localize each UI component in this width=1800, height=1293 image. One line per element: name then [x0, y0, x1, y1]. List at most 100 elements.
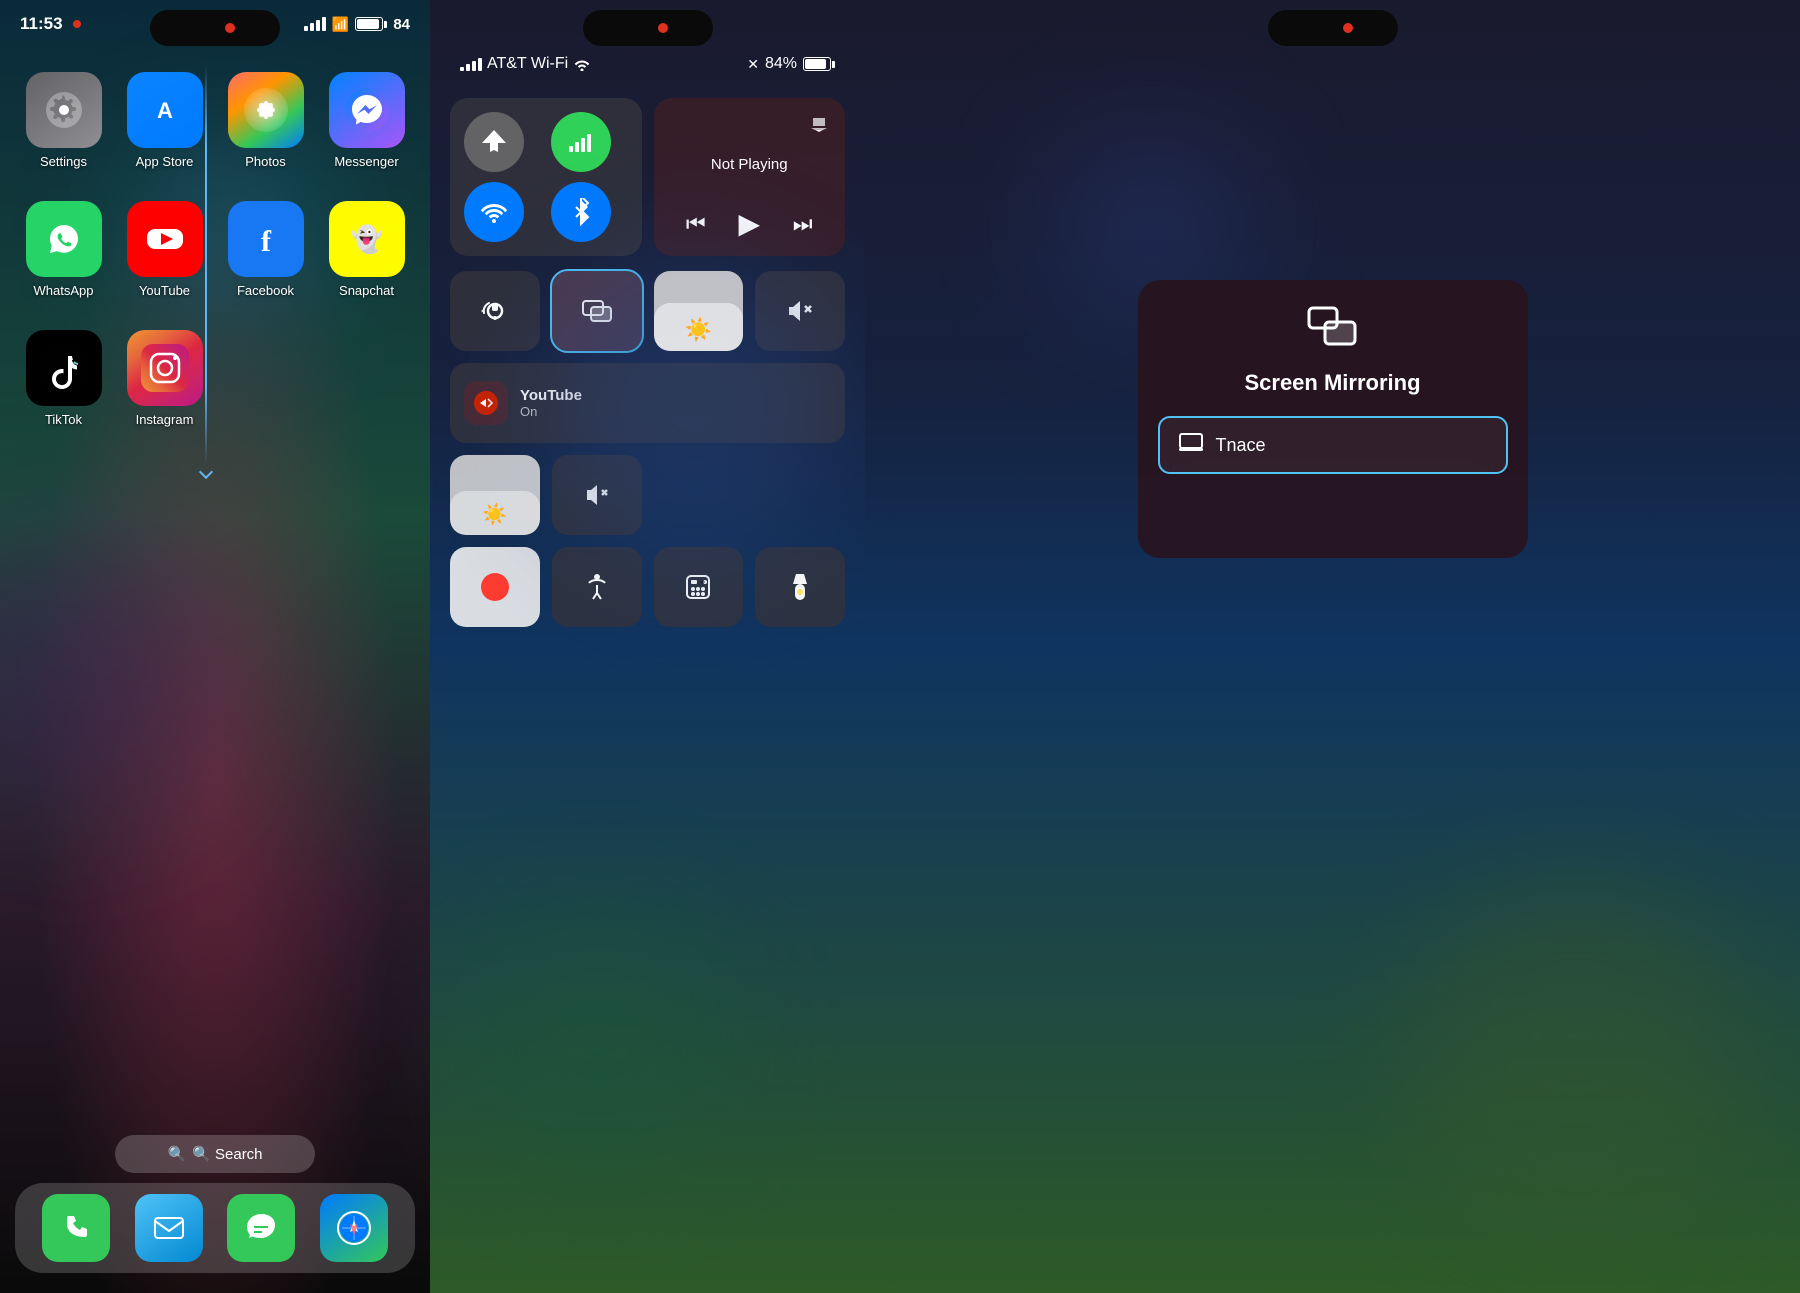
app-grid-row2: WhatsApp YouTube f Facebook	[0, 181, 430, 318]
screen-mirroring-title: Screen Mirroring	[1244, 370, 1420, 396]
app-label-tiktok: TikTok	[45, 412, 82, 427]
dynamic-island-mirror	[1268, 10, 1398, 46]
mirror-empty-area	[1158, 474, 1508, 534]
mirror-header: Screen Mirroring	[1158, 304, 1508, 396]
app-icon-photos[interactable]: Photos	[224, 72, 307, 169]
status-bar-left: 11:53	[20, 14, 81, 34]
app-label-youtube: YouTube	[139, 283, 190, 298]
youtube-wrench-icon	[472, 389, 500, 417]
app-label-messenger: Messenger	[334, 154, 398, 169]
divider-arrow	[199, 465, 213, 479]
dock-mail[interactable]	[135, 1194, 203, 1262]
dynamic-island-cc	[583, 10, 713, 46]
search-icon: 🔍	[167, 1145, 186, 1163]
app-icon-tiktok[interactable]: TikTok	[22, 330, 105, 427]
app-icon-appstore[interactable]: A App Store	[123, 72, 206, 169]
mic-indicator-mirror	[1343, 23, 1353, 33]
app-label-whatsapp: WhatsApp	[34, 283, 94, 298]
cc-brightness-slider[interactable]: ☀️	[450, 455, 540, 535]
svg-text:A: A	[157, 98, 173, 123]
cc-battery	[803, 57, 835, 71]
cc-fastforward-btn[interactable]: ⏭	[793, 211, 813, 237]
mic-indicator-cc	[658, 23, 668, 33]
mirror-device-item[interactable]: Tnace	[1158, 416, 1508, 474]
svg-text:f: f	[261, 225, 272, 258]
dock-messages[interactable]	[227, 1194, 295, 1262]
cc-np-header	[670, 114, 830, 134]
flashlight-icon	[786, 572, 814, 602]
app-icon-settings[interactable]: Settings	[22, 72, 105, 169]
dynamic-island	[150, 10, 280, 46]
cc-now-playing-block: Not Playing ⏮ ▶ ⏭	[654, 98, 846, 256]
cc-signal	[460, 58, 482, 71]
home-screen-panel: 11:53 📶 84	[0, 0, 430, 1293]
cc-cellular-btn[interactable]	[551, 112, 611, 172]
app-label-instagram: Instagram	[136, 412, 194, 427]
screen-mirroring-container: Screen Mirroring Tnace	[1138, 280, 1528, 558]
app-grid-row3: TikTok	[0, 310, 430, 447]
app-icon-messenger[interactable]: Messenger	[325, 72, 408, 169]
cc-bluetooth-btn[interactable]	[551, 182, 611, 242]
bluetooth-icon	[570, 198, 592, 226]
cc-screen-record-btn[interactable]	[450, 547, 540, 627]
cc-carrier: AT&T Wi-Fi	[460, 55, 591, 73]
status-bar-right: 📶 84	[304, 16, 410, 33]
cc-wifi-btn[interactable]	[464, 182, 524, 242]
cc-playback-controls: ⏮ ▶ ⏭	[670, 207, 830, 240]
mirror-device-name: Tnace	[1216, 435, 1266, 456]
accessibility-icon	[581, 571, 613, 603]
signal-indicator	[304, 17, 326, 31]
wifi-icon-btn	[480, 200, 508, 224]
cc-accessibility-btn[interactable]	[552, 547, 642, 627]
cellular-icon	[567, 128, 595, 156]
cc-controls-grid: Not Playing ⏮ ▶ ⏭	[430, 83, 865, 271]
cc-brightness-btn[interactable]: ☀️	[654, 271, 744, 351]
wifi-icon-cc	[573, 57, 591, 71]
dock-safari[interactable]	[320, 1194, 388, 1262]
app-label-snapchat: Snapchat	[339, 283, 394, 298]
app-icon-snapchat[interactable]: 👻 Snapchat	[325, 201, 408, 298]
control-center-panel: AT&T Wi-Fi ✕ 84%	[430, 0, 865, 1293]
brightness-icon: ☀️	[685, 317, 712, 343]
lock-rotation-icon	[479, 295, 511, 327]
cc-rewind-btn[interactable]: ⏮	[686, 211, 706, 237]
screen-mirror-panel-icon	[1307, 304, 1359, 360]
youtube-btn-icon-wrap	[464, 381, 508, 425]
airplay-icon	[809, 114, 829, 134]
cc-not-playing-text: Not Playing	[670, 156, 830, 173]
screen-divider-line	[205, 65, 207, 465]
notification-dot	[73, 20, 81, 28]
svg-text:👻: 👻	[350, 223, 382, 255]
cc-airplane-btn[interactable]	[464, 112, 524, 172]
calculator-icon	[683, 572, 713, 602]
record-dot-icon	[481, 573, 509, 601]
x-mark-icon: ✕	[747, 56, 759, 73]
app-icon-facebook[interactable]: f Facebook	[224, 201, 307, 298]
search-bar[interactable]: 🔍 🔍 Search	[115, 1135, 315, 1173]
app-label-appstore: App Store	[136, 154, 194, 169]
time-display: 11:53	[20, 14, 63, 34]
wifi-icon: 📶	[332, 16, 349, 33]
laptop-icon	[1178, 432, 1204, 458]
dock-phone[interactable]	[42, 1194, 110, 1262]
app-icon-youtube[interactable]: YouTube	[123, 201, 206, 298]
cc-flashlight-btn[interactable]	[755, 547, 845, 627]
airplane-icon	[480, 128, 508, 156]
app-label-facebook: Facebook	[237, 283, 294, 298]
cc-connectivity-block	[450, 98, 642, 256]
cc-lock-rotation-btn[interactable]	[450, 271, 540, 351]
battery-indicator	[355, 17, 387, 31]
cc-calculator-btn[interactable]	[654, 547, 744, 627]
app-grid-row1: Settings A App Store	[0, 52, 430, 189]
cc-status-right: ✕ 84%	[747, 55, 835, 73]
carrier-name: AT&T Wi-Fi	[487, 55, 568, 73]
app-label-photos: Photos	[245, 154, 285, 169]
app-icon-instagram[interactable]: Instagram	[123, 330, 206, 427]
app-label-settings: Settings	[40, 154, 87, 169]
battery-pct: 84	[393, 16, 410, 33]
app-icon-whatsapp[interactable]: WhatsApp	[22, 201, 105, 298]
cc-play-btn[interactable]: ▶	[738, 207, 760, 240]
cc-battery-pct: 84%	[765, 55, 797, 73]
search-label: 🔍 Search	[192, 1145, 262, 1163]
screen-mirroring-panel: Screen Mirroring Tnace	[865, 0, 1800, 1293]
